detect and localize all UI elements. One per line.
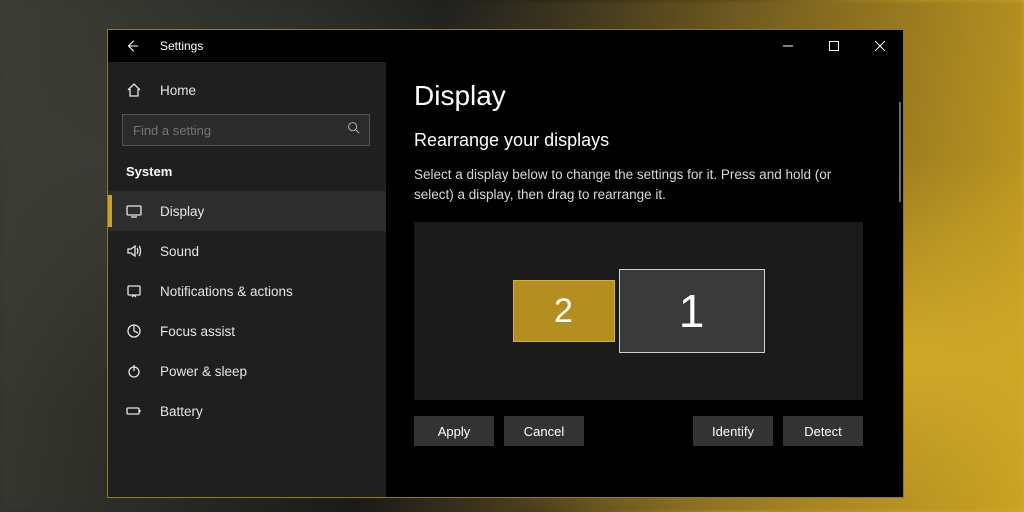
search-icon [347,121,360,137]
maximize-button[interactable] [811,30,857,62]
home-icon [126,82,142,98]
section-description: Select a display below to change the set… [414,165,864,204]
power-icon [126,363,142,379]
spacer [594,416,683,446]
close-button[interactable] [857,30,903,62]
settings-window: Settings Home [107,29,904,498]
window-title: Settings [160,39,203,53]
page-title: Display [414,80,875,112]
nav-item-battery[interactable]: Battery [108,391,386,431]
back-button[interactable] [108,30,156,62]
nav-label: Display [160,204,204,219]
nav-item-display[interactable]: Display [108,191,386,231]
minimize-button[interactable] [765,30,811,62]
nav-label: Notifications & actions [160,284,293,299]
button-row: Apply Cancel Identify Detect [414,416,863,446]
sidebar: Home System Display Sound [108,62,386,497]
monitor-2[interactable]: 2 [513,280,615,342]
notifications-icon [126,283,142,299]
nav-label: Battery [160,404,203,419]
display-arrangement-area[interactable]: 2 1 [414,222,863,400]
nav-label: Sound [160,244,199,259]
nav-list: Display Sound Notifications & actions Fo… [108,191,386,431]
section-title: Rearrange your displays [414,130,875,151]
nav-item-power-sleep[interactable]: Power & sleep [108,351,386,391]
monitor-2-label: 2 [554,292,573,331]
monitor-1[interactable]: 1 [619,269,765,353]
home-label: Home [160,83,196,98]
scrollbar[interactable] [899,102,901,202]
battery-icon [126,403,142,419]
nav-item-sound[interactable]: Sound [108,231,386,271]
titlebar: Settings [108,30,903,62]
home-nav[interactable]: Home [108,70,386,110]
search-input[interactable] [122,114,370,146]
nav-label: Power & sleep [160,364,247,379]
detect-button[interactable]: Detect [783,416,863,446]
nav-item-focus-assist[interactable]: Focus assist [108,311,386,351]
nav-label: Focus assist [160,324,235,339]
main-content: Display Rearrange your displays Select a… [386,62,903,497]
focus-assist-icon [126,323,142,339]
monitor-1-label: 1 [679,284,705,338]
maximize-icon [829,41,839,51]
identify-button[interactable]: Identify [693,416,773,446]
nav-item-notifications[interactable]: Notifications & actions [108,271,386,311]
display-icon [126,203,142,219]
apply-button[interactable]: Apply [414,416,494,446]
category-header: System [108,156,386,191]
cancel-button[interactable]: Cancel [504,416,584,446]
arrow-left-icon [125,39,139,53]
sound-icon [126,243,142,259]
window-body: Home System Display Sound [108,62,903,497]
close-icon [875,41,885,51]
minimize-icon [783,41,793,51]
window-controls [765,30,903,62]
search-container [108,110,386,156]
